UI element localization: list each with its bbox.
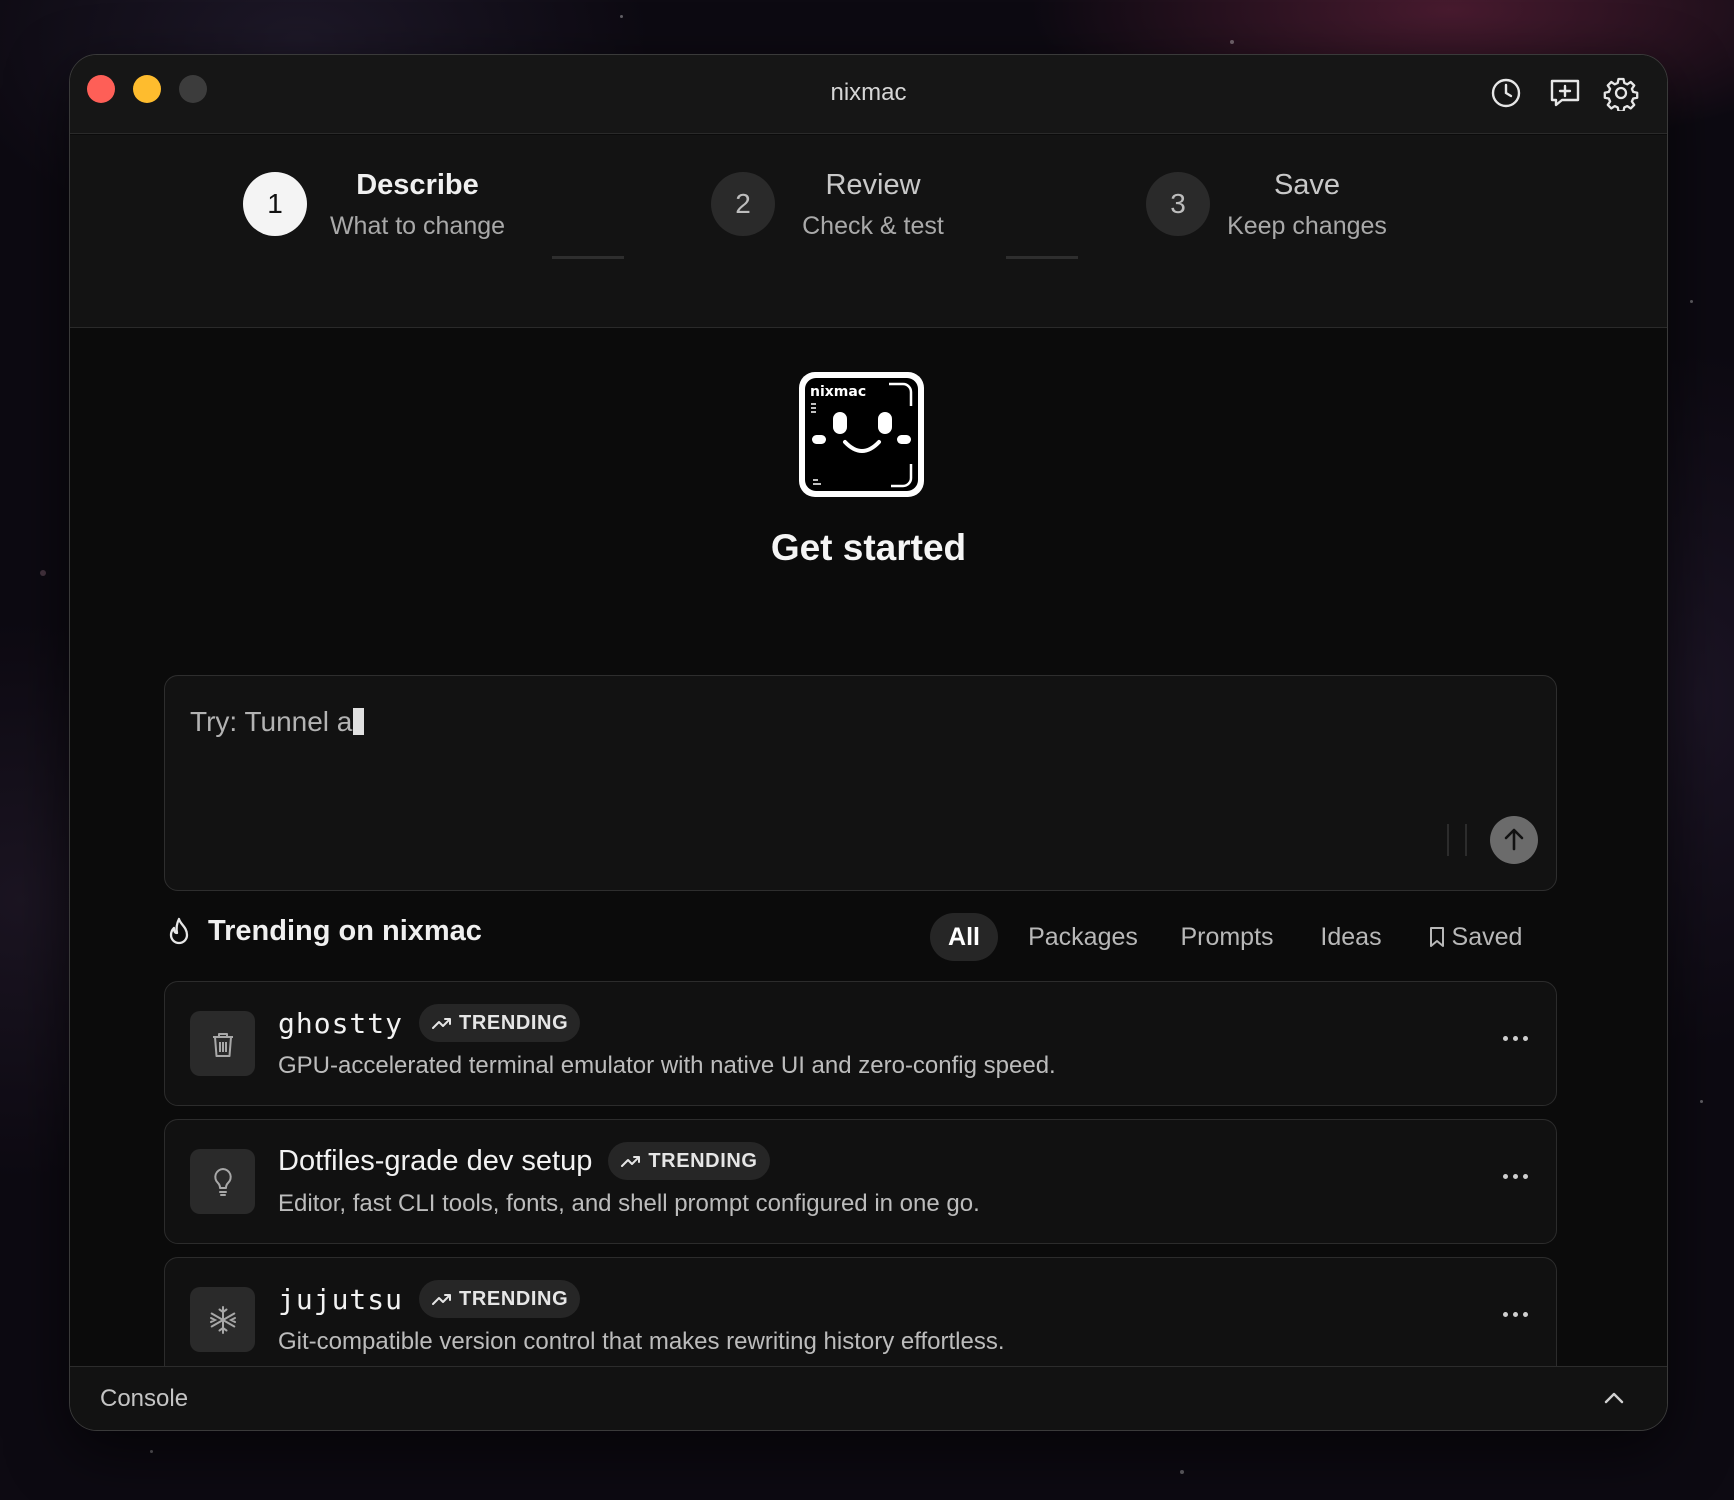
filter-packages[interactable]: Packages [1024, 913, 1142, 961]
card-name: Dotfiles-grade dev setup [278, 1144, 593, 1177]
step-3-number[interactable]: 3 [1146, 172, 1210, 236]
trending-title: Trending on nixmac [208, 915, 482, 947]
step-1-number[interactable]: 1 [243, 172, 307, 236]
step-subtitle: Keep changes [1227, 212, 1387, 240]
step-connector [1006, 256, 1078, 259]
step-title: Describe [356, 169, 479, 201]
window-title: nixmac [830, 79, 907, 106]
console-label: Console [100, 1385, 189, 1412]
prompt-input[interactable]: Try: Tunnel a [164, 675, 1557, 891]
step-review[interactable]: Review Check & test [778, 169, 968, 241]
nixmac-logo: nixmac [799, 372, 924, 497]
trending-card-ghostty[interactable]: ghostty TRENDING GPU-accelerated termina… [164, 981, 1557, 1106]
trending-badge: TRENDING [608, 1142, 770, 1180]
filter-all[interactable]: All [930, 913, 998, 961]
filter-saved[interactable]: Saved [1415, 913, 1535, 961]
settings-icon[interactable] [1603, 75, 1639, 113]
logo-wordmark: nixmac [810, 384, 866, 400]
trending-badge: TRENDING [419, 1004, 581, 1042]
console-panel[interactable]: Console [70, 1366, 1667, 1430]
filter-ideas[interactable]: Ideas [1313, 913, 1389, 961]
app-window: nixmac 1 Describe What to change 2 Revie… [69, 54, 1668, 1431]
step-connector [552, 256, 624, 259]
chevron-up-icon[interactable] [1601, 1385, 1627, 1416]
step-subtitle: What to change [329, 212, 506, 240]
card-description: Git-compatible version control that make… [278, 1328, 1005, 1355]
trending-card-jujutsu[interactable]: jujutsu TRENDING Git-compatible version … [164, 1257, 1557, 1382]
lightbulb-icon [190, 1149, 255, 1214]
title-bar: nixmac [70, 55, 1667, 134]
trending-card-dotfiles[interactable]: Dotfiles-grade dev setup TRENDING Editor… [164, 1119, 1557, 1244]
step-title: Save [1273, 169, 1341, 201]
step-describe[interactable]: Describe What to change [310, 169, 525, 241]
more-options-icon[interactable] [1503, 1304, 1528, 1325]
card-title: jujutsu TRENDING [278, 1280, 581, 1318]
filter-prompts[interactable]: Prompts [1173, 913, 1281, 961]
trending-up-icon [432, 1294, 452, 1305]
trending-badge: TRENDING [419, 1280, 581, 1318]
arrow-up-icon [1504, 828, 1524, 851]
card-description: Editor, fast CLI tools, fonts, and shell… [278, 1190, 980, 1217]
snowflake-icon [190, 1287, 255, 1352]
send-button[interactable] [1490, 816, 1538, 864]
more-options-icon[interactable] [1503, 1166, 1528, 1187]
package-icon [190, 1011, 255, 1076]
card-name: jujutsu [278, 1282, 404, 1316]
trending-up-icon [621, 1156, 641, 1167]
step-subtitle: Check & test [802, 212, 944, 240]
card-title: Dotfiles-grade dev setup TRENDING [278, 1142, 770, 1180]
prompt-placeholder: Try: Tunnel a [190, 706, 365, 738]
trending-header: Trending on nixmac [164, 915, 482, 948]
page-heading: Get started [770, 527, 967, 568]
step-save[interactable]: Save Keep changes [1212, 169, 1402, 241]
card-description: GPU-accelerated terminal emulator with n… [278, 1052, 1056, 1079]
progress-stepper: 1 Describe What to change 2 Review Check… [70, 135, 1667, 328]
more-options-icon[interactable] [1503, 1028, 1528, 1049]
input-divider [1447, 824, 1449, 856]
step-2-number[interactable]: 2 [711, 172, 775, 236]
history-icon[interactable] [1488, 75, 1524, 111]
step-title: Review [825, 169, 921, 201]
card-title: ghostty TRENDING [278, 1004, 581, 1042]
bookmark-icon [1429, 927, 1444, 947]
text-cursor [353, 708, 365, 735]
flame-icon [169, 917, 189, 944]
card-name: ghostty [278, 1006, 404, 1040]
input-divider [1465, 824, 1467, 856]
new-chat-icon[interactable] [1547, 75, 1583, 111]
trending-up-icon [432, 1018, 452, 1029]
